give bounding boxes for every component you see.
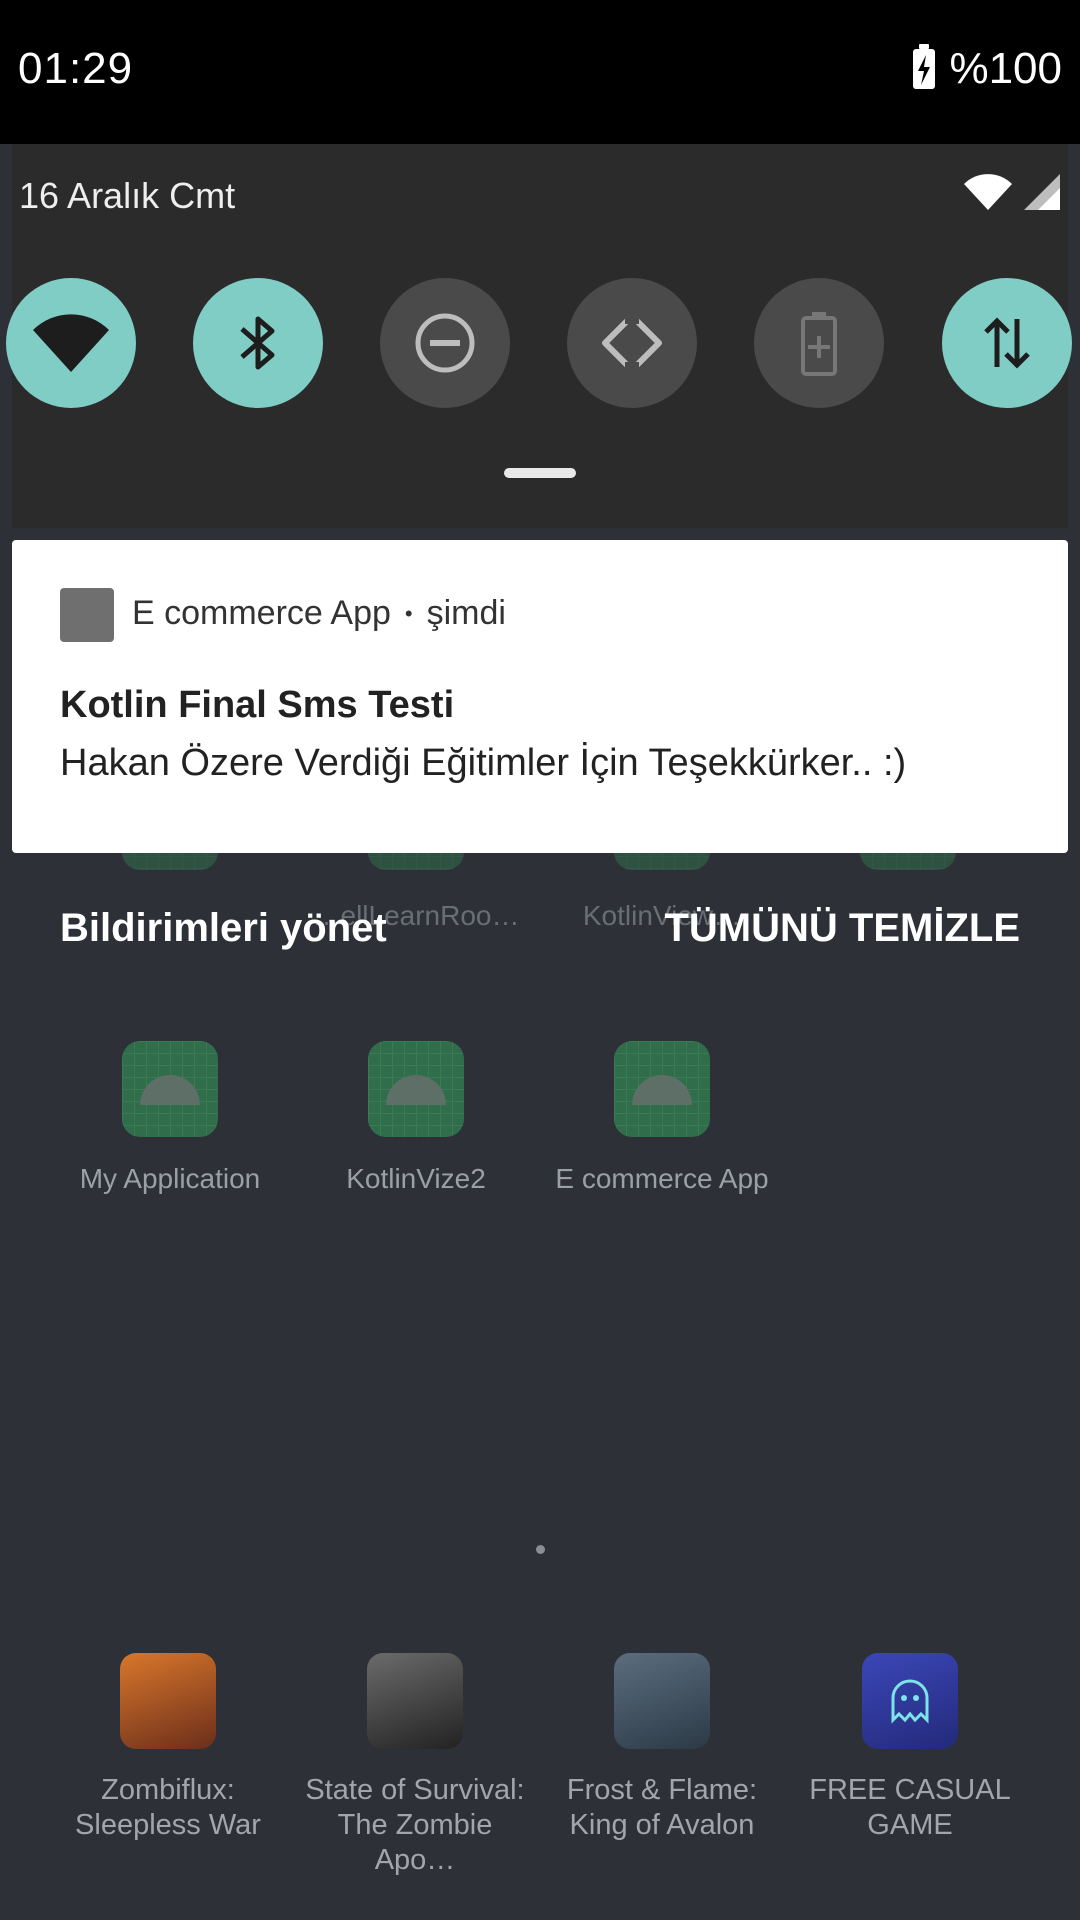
tile-mobile-data[interactable]	[942, 278, 1072, 408]
quick-settings-panel: 16 Aralık Cmt	[6, 144, 1072, 528]
data-arrows-icon	[984, 317, 1030, 369]
android-app-icon	[122, 1041, 218, 1137]
state-of-survival-icon	[367, 1653, 463, 1749]
qs-date[interactable]: 16 Aralık Cmt	[19, 175, 235, 217]
wifi-icon	[33, 314, 109, 372]
tile-auto-rotate[interactable]	[567, 278, 697, 408]
app-free-casual-game[interactable]: FREE CASUAL GAME	[790, 1653, 1030, 1843]
notification-title: Kotlin Final Sms Testi	[60, 684, 455, 726]
app-label: Zombiflux: Sleepless War	[75, 1774, 261, 1841]
android-app-icon	[614, 1041, 710, 1137]
bluetooth-icon	[240, 316, 275, 370]
separator-dot: •	[404, 600, 413, 626]
ghost-icon	[862, 1653, 958, 1749]
app-label: State of Survival: The Zombie Apo…	[305, 1774, 525, 1876]
do-not-disturb-icon	[415, 313, 475, 373]
drag-handle[interactable]	[504, 468, 576, 478]
notification-header: E commerce App • şimdi	[132, 594, 506, 633]
app-state-of-survival[interactable]: State of Survival: The Zombie Apo…	[295, 1653, 535, 1878]
rotate-icon	[602, 310, 662, 376]
clear-all-button[interactable]: TÜMÜNÜ TEMİZLE	[664, 906, 1020, 951]
app-label: E commerce App	[555, 1163, 769, 1194]
notification-app-name: E commerce App	[132, 594, 391, 632]
battery-saver-icon	[801, 312, 837, 376]
tile-battery-saver[interactable]	[754, 278, 884, 408]
status-bar: 01:29 %100	[0, 0, 1080, 144]
app-icon	[60, 588, 114, 642]
battery-level: %100	[949, 44, 1062, 93]
tile-wifi[interactable]	[6, 278, 136, 408]
connectivity-indicators	[964, 174, 1060, 210]
notification-card[interactable]: E commerce App • şimdi Kotlin Final Sms …	[12, 540, 1068, 853]
app-my-application[interactable]: My Application	[60, 1041, 280, 1195]
page-indicator	[536, 1545, 545, 1554]
frost-and-flame-icon	[614, 1653, 710, 1749]
wifi-icon	[964, 174, 1012, 210]
notification-text: Hakan Özere Verdiği Eğitimler İçin Teşek…	[60, 742, 907, 784]
tile-do-not-disturb[interactable]	[380, 278, 510, 408]
app-zombiflux[interactable]: Zombiflux: Sleepless War	[48, 1653, 288, 1843]
app-kotlinvize2[interactable]: KotlinVize2	[306, 1041, 526, 1195]
app-e-commerce[interactable]: E commerce App	[552, 1041, 772, 1195]
app-label: My Application	[79, 1163, 261, 1194]
android-app-icon	[368, 1041, 464, 1137]
zombiflux-icon	[120, 1653, 216, 1749]
app-frost-and-flame[interactable]: Frost & Flame: King of Avalon	[542, 1653, 782, 1843]
cell-signal-icon	[1024, 174, 1060, 210]
status-time: 01:29	[18, 44, 134, 93]
battery-indicator: %100	[913, 44, 1062, 94]
app-label: Frost & Flame: King of Avalon	[566, 1774, 758, 1841]
tile-bluetooth[interactable]	[193, 278, 323, 408]
notification-time: şimdi	[426, 594, 506, 632]
app-label: FREE CASUAL GAME	[809, 1774, 1011, 1841]
battery-charging-icon	[913, 44, 936, 89]
manage-notifications-button[interactable]: Bildirimleri yönet	[60, 906, 387, 951]
app-label: KotlinVize2	[346, 1163, 486, 1194]
